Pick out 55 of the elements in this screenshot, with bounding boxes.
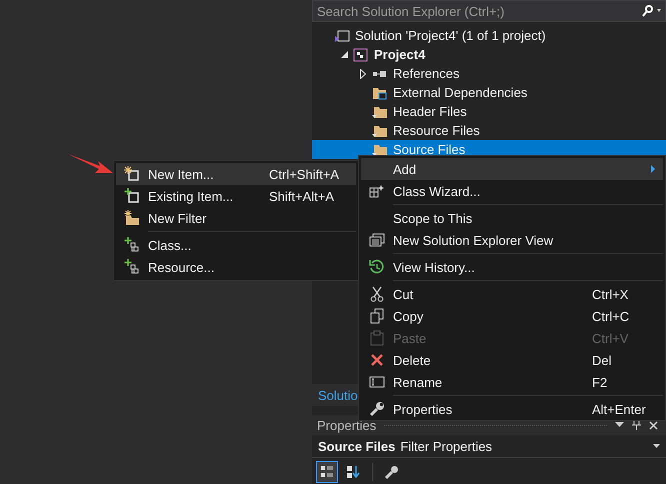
tree-item[interactable]: External Dependencies xyxy=(312,83,666,102)
search-field[interactable]: Search Solution Explorer (Ctrl+;) xyxy=(312,0,666,22)
new-folder-icon xyxy=(124,210,140,226)
new-item-icon xyxy=(124,166,140,182)
menu-item[interactable]: Add xyxy=(361,158,663,180)
menu-item[interactable]: Resource... xyxy=(116,256,356,278)
menu-item[interactable]: Class... xyxy=(116,234,356,256)
menu-item[interactable]: Cut Ctrl+X xyxy=(361,283,663,305)
menu-item[interactable]: Rename F2 xyxy=(361,371,663,393)
toolbar-button[interactable] xyxy=(316,461,338,483)
folder-icon xyxy=(372,124,388,138)
menu-item[interactable]: New Solution Explorer View xyxy=(361,229,663,251)
pin-icon[interactable] xyxy=(632,420,641,430)
add-item-icon xyxy=(124,188,140,204)
wrench-icon xyxy=(385,465,399,479)
add-class-icon xyxy=(124,259,140,275)
menu-item[interactable]: Properties Alt+Enter xyxy=(361,398,663,420)
tree-item[interactable]: Solution 'Project4' (1 of 1 project) xyxy=(312,26,666,45)
folder-icon xyxy=(372,142,388,156)
wizard-icon xyxy=(369,184,385,198)
menu-item[interactable]: View History... xyxy=(361,256,663,278)
tree-item[interactable]: Resource Files xyxy=(312,121,666,140)
rename-icon xyxy=(369,376,385,388)
copy-icon xyxy=(370,308,384,324)
tree-item[interactable]: Project4 xyxy=(312,45,666,64)
close-icon[interactable] xyxy=(649,420,658,430)
dropdown-icon[interactable] xyxy=(653,444,660,448)
folder-icon xyxy=(372,104,388,118)
menu-item[interactable]: Class Wizard... xyxy=(361,180,663,202)
folder-icon xyxy=(372,86,388,100)
clipboard-icon xyxy=(370,330,384,346)
object-selector[interactable]: Source Files Filter Properties xyxy=(312,435,666,458)
menu-item[interactable]: Scope to This xyxy=(361,207,663,229)
search-icon[interactable] xyxy=(642,5,662,17)
expand-icon[interactable] xyxy=(360,68,366,78)
menu-item[interactable]: New Item... Ctrl+Shift+A xyxy=(116,163,356,185)
delete-icon xyxy=(370,353,384,367)
collapse-icon[interactable] xyxy=(341,51,348,58)
add-class-icon xyxy=(124,237,140,253)
history-icon xyxy=(369,259,385,275)
categorized-icon xyxy=(320,465,334,479)
panel-title: Properties xyxy=(317,418,376,432)
tree-item[interactable]: References xyxy=(312,64,666,83)
wrench-icon xyxy=(369,401,385,417)
solution-icon xyxy=(334,28,350,42)
menu-item[interactable]: Delete Del xyxy=(361,349,663,371)
sort-icon xyxy=(346,465,360,479)
tree-item[interactable]: Header Files xyxy=(312,102,666,121)
menu-item[interactable]: Existing Item... Shift+Alt+A xyxy=(116,185,356,207)
solution-explorer-tab[interactable]: Solutio xyxy=(318,388,358,402)
window-icon xyxy=(369,233,385,247)
project-icon xyxy=(353,48,369,62)
scissors-icon xyxy=(370,286,384,302)
menu-item[interactable]: Copy Ctrl+C xyxy=(361,305,663,327)
menu-item[interactable]: New Filter xyxy=(116,207,356,229)
